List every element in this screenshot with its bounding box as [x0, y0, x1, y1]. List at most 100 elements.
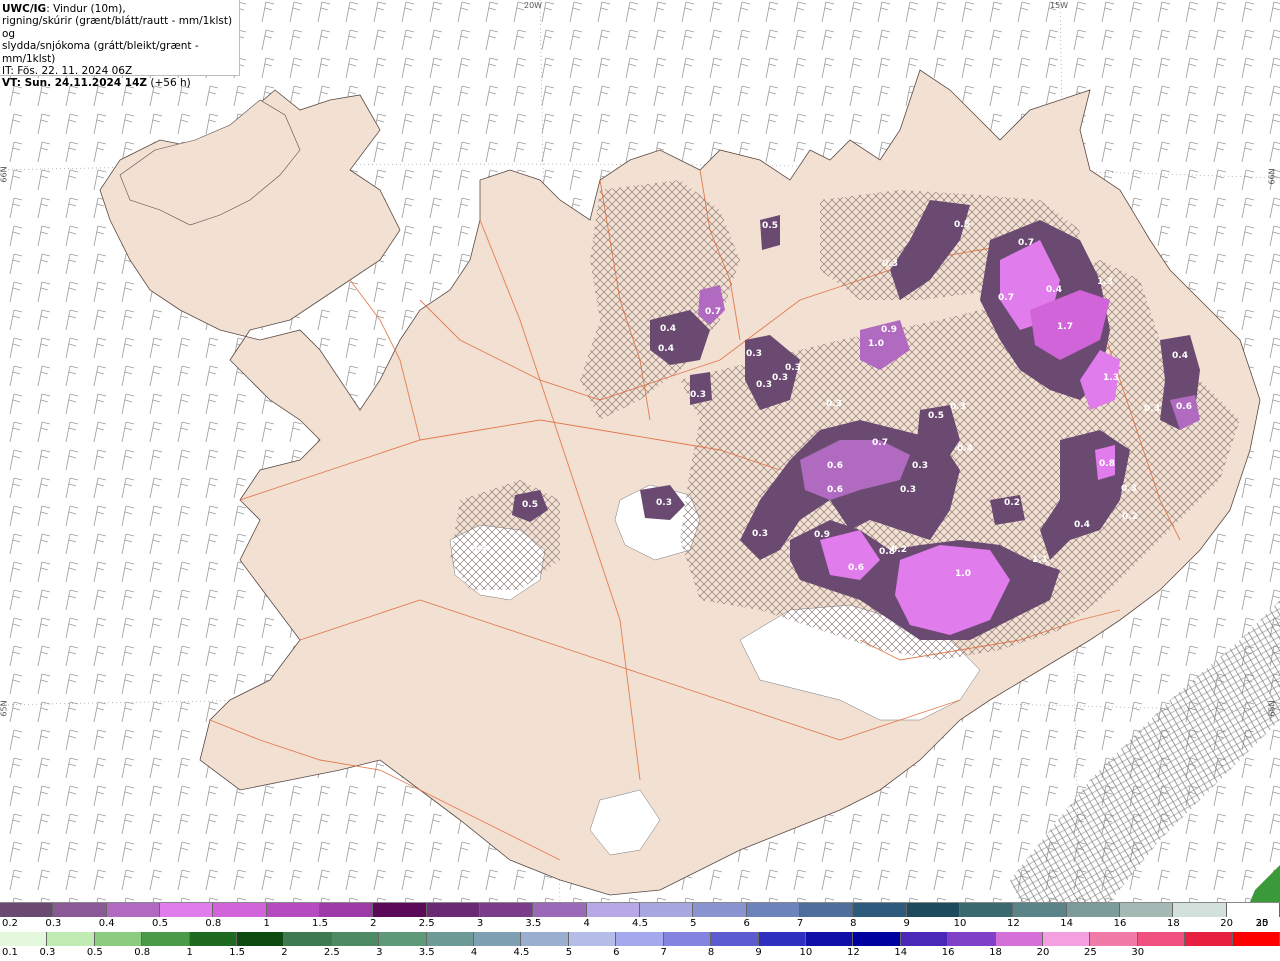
precip-value-label: 0.6	[827, 461, 843, 471]
snow-scale-labels: 0.2 0.3 0.4 0.5 0.8 1 1.5 2 2.5 3 3.5 4 4.5 5 6 7 8 9 10 12…	[0, 918, 1280, 931]
legend-tick-label: 30	[1131, 947, 1145, 958]
precip-value-label: 0.9	[814, 530, 830, 540]
legend-tick-label: 18	[989, 947, 1002, 958]
legend-color-swatch	[568, 932, 617, 946]
legend-tick-label: 16	[941, 947, 955, 958]
legend-tick-label: 6	[743, 918, 750, 929]
legend-tick-label: 5	[565, 947, 573, 958]
legend-color-swatch	[479, 903, 534, 917]
precip-value-label: 0.3	[746, 349, 762, 359]
legend-color-swatch	[805, 932, 854, 946]
legend-color-swatch	[521, 932, 569, 946]
legend-color-swatch	[1173, 903, 1227, 917]
initial-time: IT: Fös. 22. 11. 2024 06Z	[2, 65, 133, 78]
legend-color-swatch	[1066, 903, 1120, 917]
legend-tick-label: 14	[894, 947, 908, 958]
legend-color-swatch	[106, 903, 160, 917]
model-name: UWC/IG	[2, 3, 47, 15]
precip-value-label: 1.3	[1103, 373, 1119, 383]
legend-color-swatch	[693, 903, 747, 917]
legend-tick-label: 10	[799, 947, 813, 958]
legend-tick-label: 4.5	[632, 918, 648, 929]
legend-color-swatch	[0, 903, 54, 917]
legend-tick-label: 4.5	[513, 947, 530, 958]
precip-value-label: 0.3	[882, 259, 898, 269]
legend-tick-label: 18	[1166, 918, 1180, 929]
lon-label-20w: 20W	[524, 1, 543, 10]
legend-tick-label: 1.5	[229, 947, 245, 958]
precip-value-label: 0.4	[957, 444, 973, 454]
legend-color-swatch	[799, 903, 854, 917]
precip-value-label: 0.4	[1074, 520, 1090, 530]
precip-value-label: 0.4	[1172, 351, 1188, 361]
legend-color-swatch	[0, 932, 48, 946]
precip-value-label: 0.5	[762, 221, 778, 231]
legend-tick-label: 9	[903, 918, 910, 929]
precip-value-label: 0.7	[1018, 238, 1034, 248]
snow-color-scale	[0, 903, 1280, 917]
lat-label-65n-left: 65N	[0, 700, 9, 717]
legend-tick-label: 10	[953, 918, 967, 929]
rain-color-scale	[0, 932, 1280, 946]
precip-value-label: 0.3	[690, 390, 706, 400]
legend-tick-label: 14	[1060, 918, 1074, 929]
legend-tick-label: 6	[613, 947, 620, 958]
legend-tick-label: 1.5	[312, 918, 328, 929]
precip-value-label: 0.3	[950, 402, 966, 412]
precip-value-label: 0.3	[471, 545, 487, 555]
legend-tick-label: 0.2	[2, 918, 18, 929]
precip-value-label: 0.4	[658, 344, 674, 354]
precip-value-label: 0.3	[912, 461, 928, 471]
precip-value-label: 0.6	[1176, 402, 1192, 412]
precip-value-label: 1.0	[955, 569, 971, 579]
legend-tick-label: 2.5	[323, 947, 340, 958]
legend-tick-label: 0.5	[86, 947, 103, 958]
legend-color-swatch	[319, 903, 374, 917]
legend-color-swatch	[948, 932, 996, 946]
precip-value-label: 0.3	[752, 529, 768, 539]
legend-color-swatch	[533, 903, 587, 917]
lat-label-66n-left: 66N	[0, 166, 9, 183]
legend-tick-label: 0.5	[152, 918, 168, 929]
precip-value-label: 0.3	[1121, 484, 1137, 494]
legend-color-swatch	[586, 903, 640, 917]
legend-color-swatch	[47, 932, 95, 946]
legend-tick-label: 0.1	[2, 947, 18, 958]
legend-color-swatch	[959, 903, 1014, 917]
legend-tick-label: 3.5	[418, 947, 435, 958]
legend-color-swatch	[53, 903, 107, 917]
precip-value-label: 0.5	[954, 220, 970, 230]
legend-tick-label: 2	[281, 947, 288, 958]
precip-value-label: 0.3	[656, 498, 672, 508]
lat-label-65n-right: 65N	[1267, 700, 1277, 717]
legend-color-swatch	[711, 932, 759, 946]
legend-tick-label: 1	[186, 947, 193, 958]
precip-value-label: 0.2	[1122, 512, 1138, 522]
legend-tick-label: 12	[1006, 918, 1020, 929]
header-title: : Vindur (10m),	[46, 3, 126, 15]
precip-value-label: 1.3	[1097, 277, 1113, 287]
precip-value-label: 1.1	[1032, 555, 1048, 565]
legend-tick-label: 20	[1036, 947, 1050, 958]
legend-color-swatch	[1226, 903, 1280, 917]
legend-tick-label: 1	[263, 918, 270, 929]
legend-color-swatch	[616, 932, 664, 946]
precip-value-label: 0.7	[872, 438, 888, 448]
legend-color-swatch	[94, 932, 143, 946]
legend-color-swatch	[1090, 932, 1138, 946]
legend-color-swatch	[1119, 903, 1174, 917]
legend-tick-label: 16	[1113, 918, 1127, 929]
legend-color-swatch	[906, 903, 960, 917]
legend-color-swatch	[189, 932, 238, 946]
forecast-hour: (+56 h)	[147, 77, 191, 90]
precip-value-label: 0.6	[827, 485, 843, 495]
legend-color-swatch	[266, 903, 320, 917]
map-header: UWC/IG: Vindur (10m), rigning/skúrir (gr…	[0, 0, 240, 89]
precip-value-label: 0.8	[1099, 459, 1115, 469]
precip-value-label: 0.5	[522, 500, 538, 510]
legend-color-swatch	[426, 903, 480, 917]
precip-value-label: 0.7	[998, 293, 1014, 303]
legend-color-swatch	[639, 903, 694, 917]
legend-tick-label: 12	[846, 947, 860, 958]
precip-value-label: 0.2	[1004, 498, 1020, 508]
